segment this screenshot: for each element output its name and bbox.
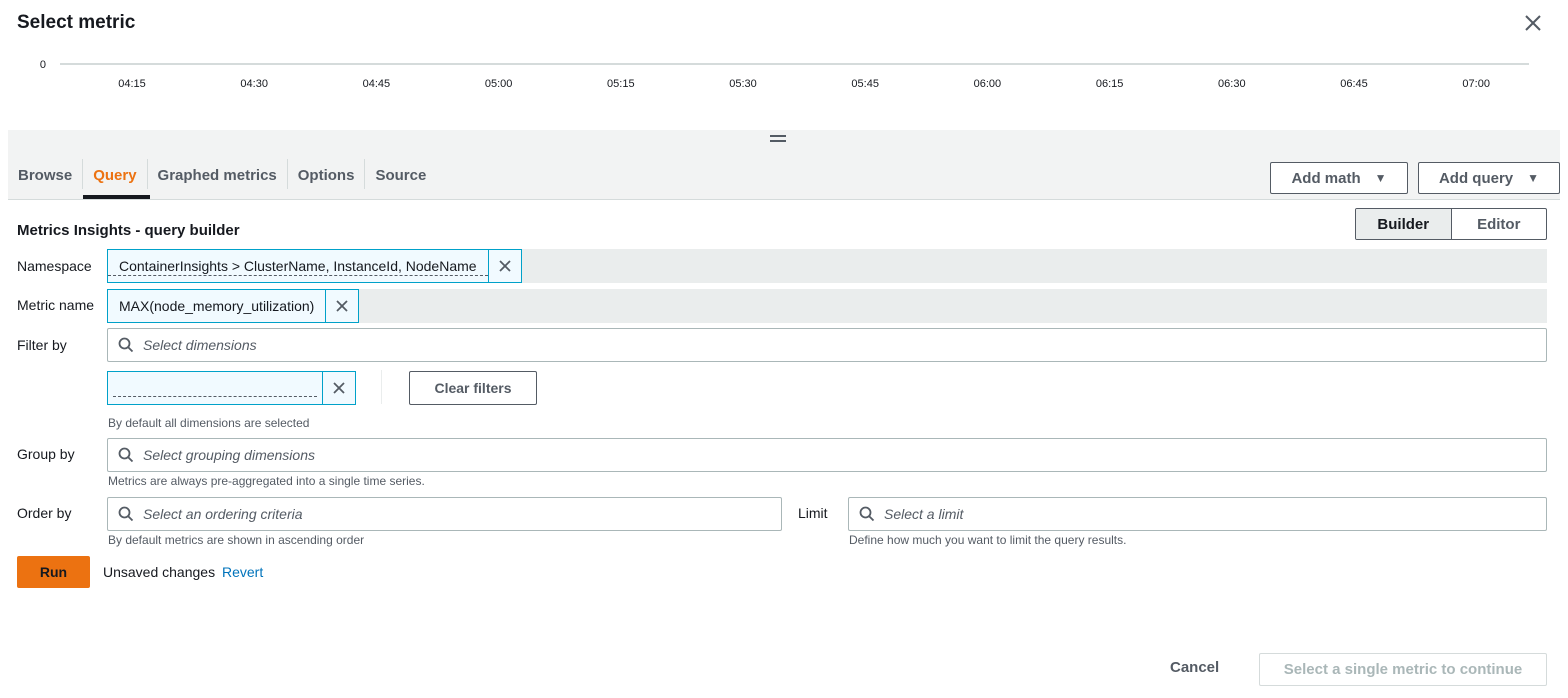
close-icon (333, 382, 345, 394)
add-query-button[interactable]: Add query ▼ (1418, 162, 1560, 194)
x-tick-label: 07:00 (1462, 78, 1490, 90)
group-dimensions-input[interactable] (143, 447, 1438, 463)
filter-hint: By default all dimensions are selected (108, 416, 310, 430)
group-by-label: Group by (17, 446, 75, 462)
mode-toggle: Builder Editor (1355, 208, 1547, 240)
dialog-title: Select metric (17, 12, 136, 33)
x-tick-label: 05:00 (485, 78, 513, 90)
cancel-button[interactable]: Cancel (1170, 659, 1219, 676)
metric-name-label: Metric name (17, 297, 95, 313)
dialog-header: Select metric (0, 0, 1568, 52)
builder-mode-button[interactable]: Builder (1356, 209, 1452, 239)
caret-down-icon: ▼ (1374, 171, 1387, 185)
unsaved-status: Unsaved changes Revert (103, 564, 263, 580)
add-math-label: Add math (1291, 169, 1361, 187)
search-icon (118, 337, 134, 353)
remove-filter-button[interactable] (322, 372, 355, 404)
filter-token (107, 371, 356, 405)
search-icon (118, 447, 134, 463)
close-icon (1525, 15, 1541, 31)
revert-link[interactable]: Revert (222, 564, 263, 580)
remove-namespace-button[interactable] (487, 250, 521, 282)
close-icon (498, 260, 511, 272)
run-button[interactable]: Run (17, 556, 90, 588)
tab-query[interactable]: Query (83, 158, 146, 190)
namespace-value: ContainerInsights > ClusterName, Instanc… (108, 257, 488, 276)
x-tick-label: 06:30 (1218, 78, 1246, 90)
tab-browse[interactable]: Browse (8, 158, 82, 190)
group-search (107, 438, 1547, 472)
tab-options[interactable]: Options (288, 158, 365, 190)
close-button[interactable] (1520, 10, 1546, 36)
tab-source[interactable]: Source (365, 158, 436, 190)
x-tick-label: 04:45 (363, 78, 391, 90)
limit-input[interactable] (884, 506, 1512, 522)
search-icon (118, 506, 134, 522)
order-search (107, 497, 782, 531)
filter-divider (381, 370, 382, 404)
metric-graph-svg: 0 04:15 04:30 04:45 05:00 05:15 05:30 05:45 06:… (40, 59, 1529, 90)
remove-metric-button[interactable] (325, 290, 358, 322)
y-tick-label: 0 (40, 59, 46, 71)
add-math-button[interactable]: Add math ▼ (1270, 162, 1408, 194)
tab-bar: Browse Query Graphed metrics Options Sou… (8, 148, 436, 200)
group-hint: Metrics are always pre-aggregated into a… (108, 474, 425, 488)
order-hint: By default metrics are shown in ascendin… (108, 533, 365, 547)
x-tick-label: 05:30 (729, 78, 757, 90)
continue-button[interactable]: Select a single metric to continue (1259, 653, 1547, 686)
add-query-label: Add query (1438, 169, 1514, 187)
tab-graphed-metrics[interactable]: Graphed metrics (148, 158, 287, 190)
x-tick-label: 06:15 (1096, 78, 1124, 90)
section-title: Metrics Insights - query builder (17, 222, 240, 239)
namespace-token: ContainerInsights > ClusterName, Instanc… (107, 249, 522, 283)
x-tick-label: 04:30 (240, 78, 268, 90)
order-criteria-input[interactable] (143, 506, 749, 522)
x-tick-label: 06:45 (1340, 78, 1368, 90)
limit-search (848, 497, 1547, 531)
resize-handle[interactable] (770, 135, 786, 145)
filter-dimensions-input[interactable] (143, 337, 1438, 353)
active-tab-indicator (83, 195, 150, 199)
metric-value: MAX(node_memory_utilization) (119, 298, 315, 314)
filter-token-value (113, 379, 318, 397)
limit-hint: Define how much you want to limit the qu… (849, 533, 1127, 547)
caret-down-icon: ▼ (1527, 171, 1540, 185)
x-tick-label: 04:15 (118, 78, 146, 90)
editor-mode-button[interactable]: Editor (1452, 209, 1547, 239)
search-icon (859, 506, 875, 522)
clear-filters-button[interactable]: Clear filters (409, 371, 537, 405)
metric-graph: 0 04:15 04:30 04:45 05:00 05:15 05:30 05:45 06:… (8, 52, 1560, 130)
namespace-label: Namespace (17, 258, 92, 274)
metric-token: MAX(node_memory_utilization) (107, 289, 360, 323)
unsaved-changes-text: Unsaved changes (103, 564, 216, 580)
close-icon (336, 300, 348, 312)
x-tick-label: 06:00 (974, 78, 1002, 90)
order-by-label: Order by (17, 505, 72, 521)
x-tick-label: 05:15 (607, 78, 635, 90)
filter-by-label: Filter by (17, 337, 67, 353)
filter-search (107, 328, 1547, 362)
x-tick-label: 05:45 (851, 78, 879, 90)
limit-label: Limit (798, 505, 828, 521)
